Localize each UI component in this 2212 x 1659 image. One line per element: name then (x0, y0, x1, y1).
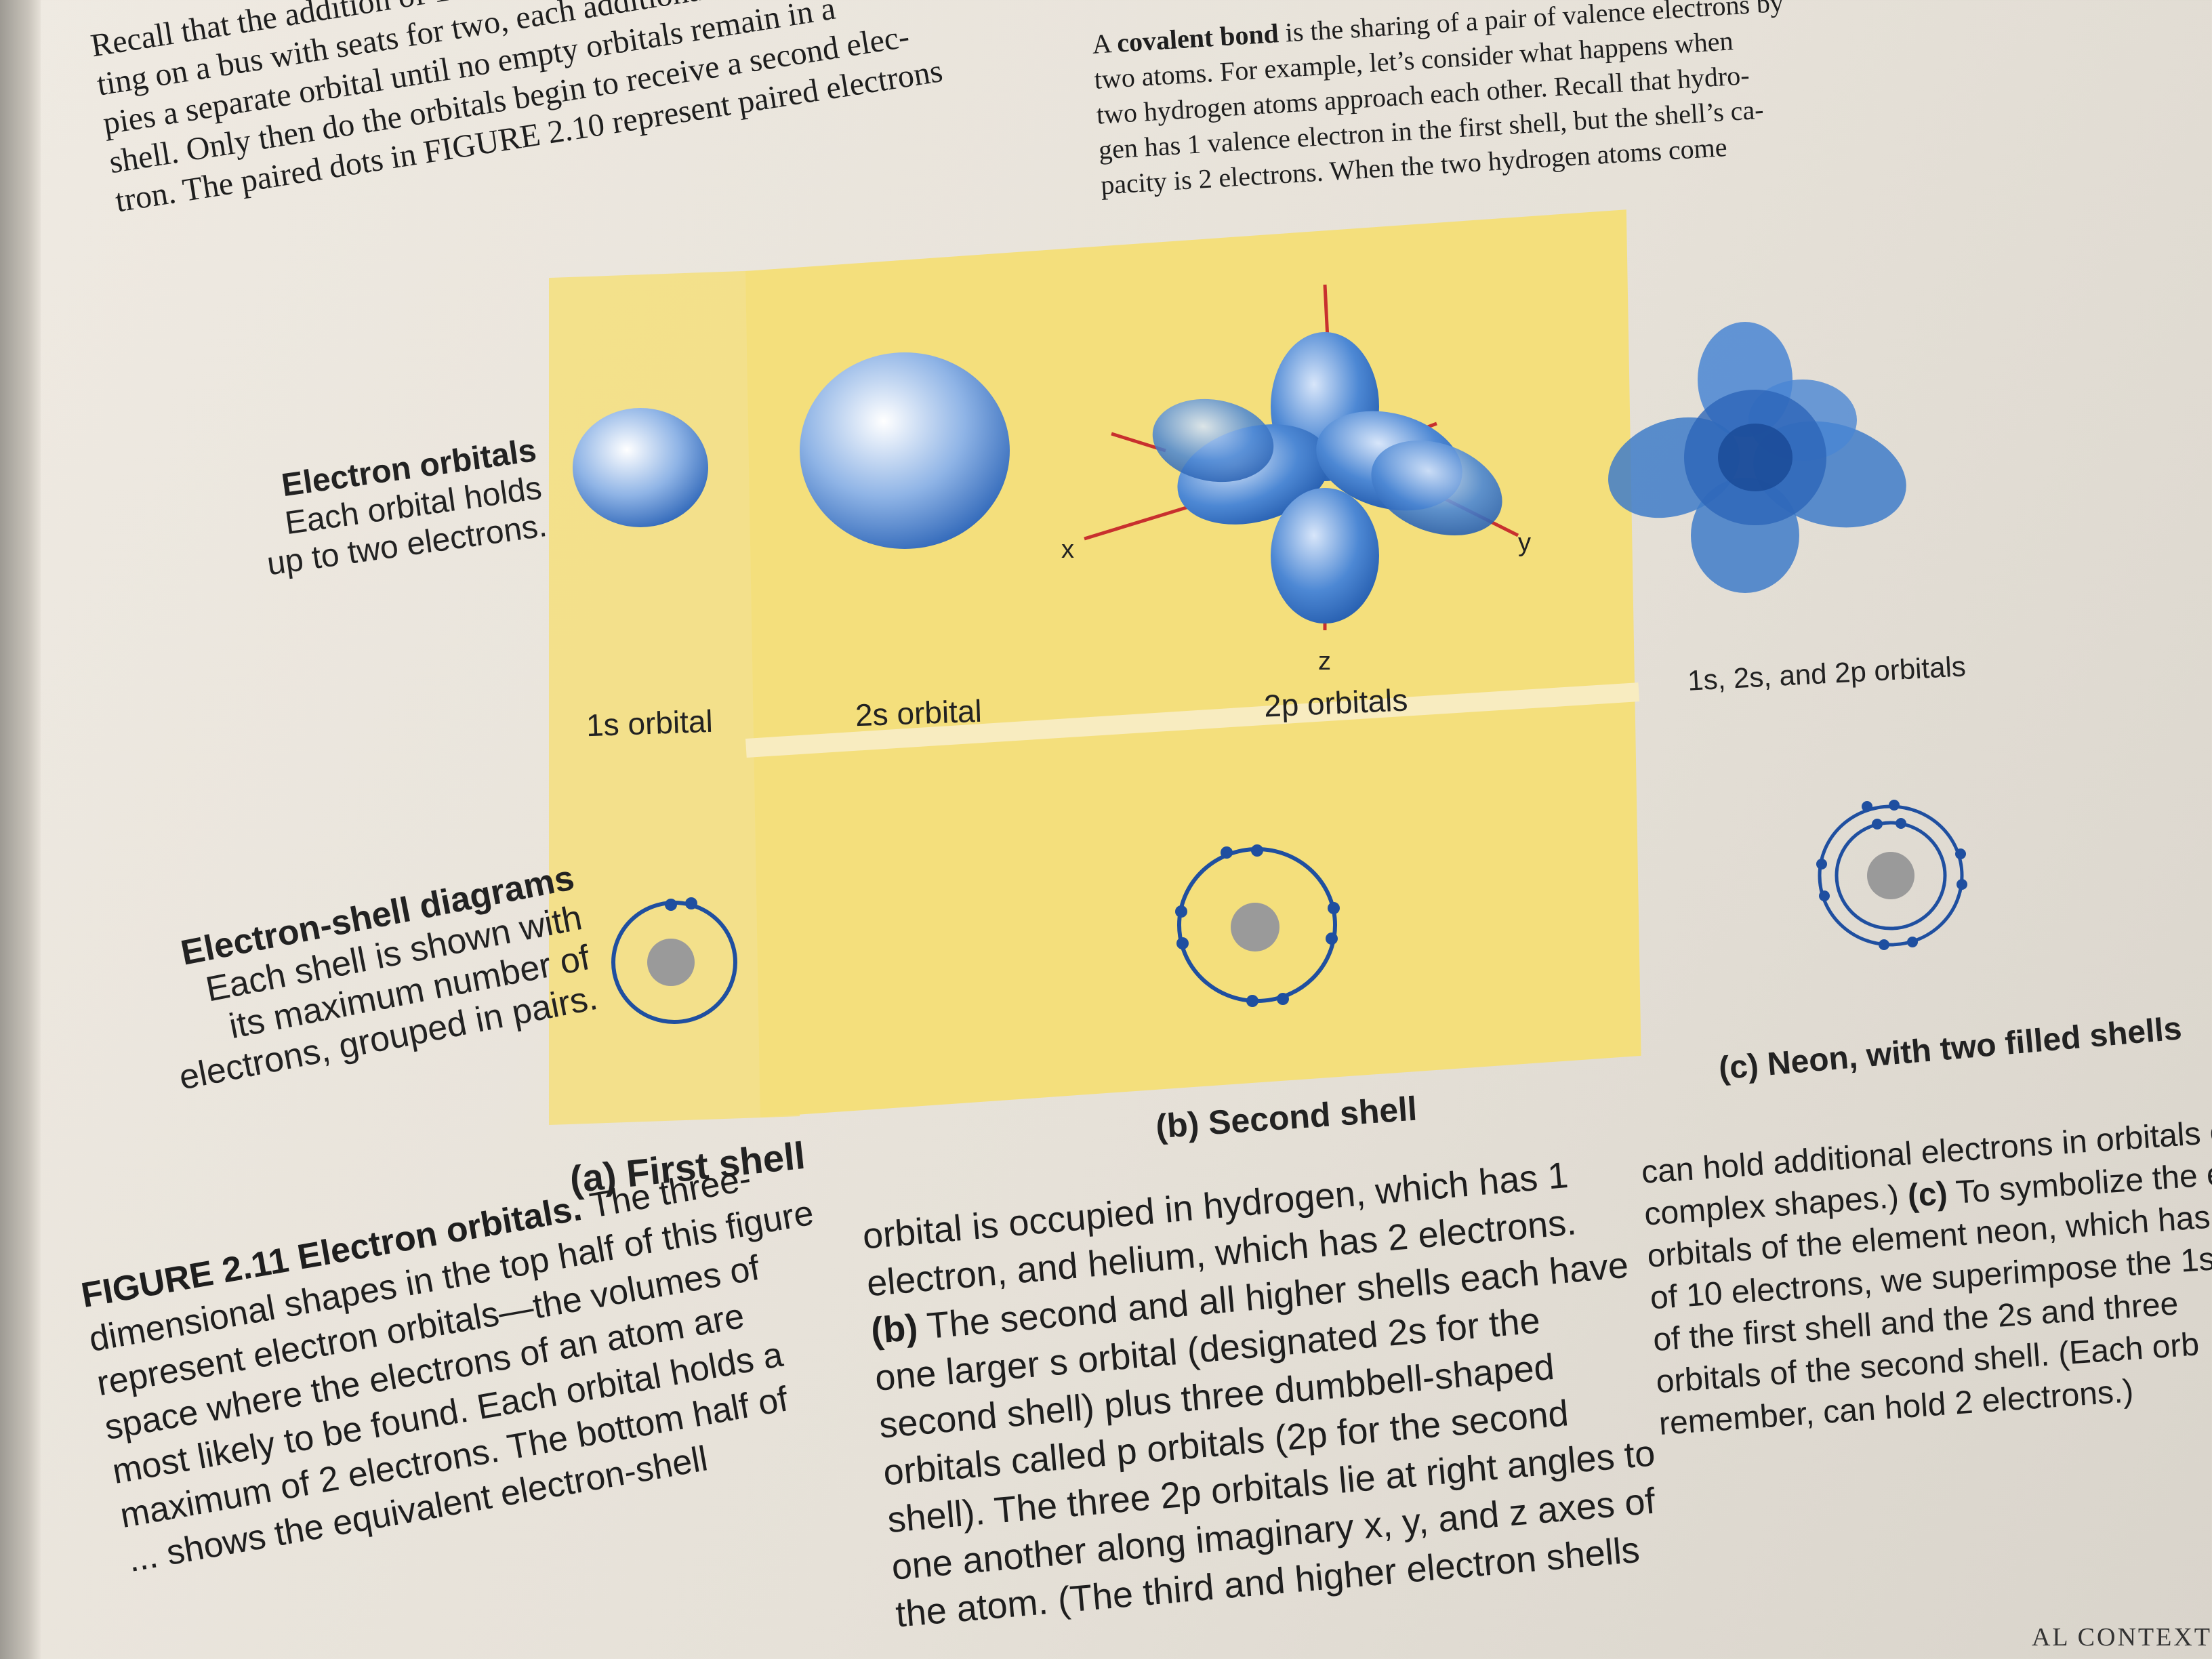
orbital-2p (1084, 284, 1519, 630)
electron-dot (1889, 800, 1900, 811)
electron-dot (665, 899, 677, 911)
caption-col-2: orbital is occupied in hydrogen, which h… (861, 1146, 1665, 1639)
label-1s-orbital: 1s orbital (586, 703, 714, 743)
shell-diagram-second (1175, 844, 1340, 1007)
electron-dot (685, 897, 697, 909)
orbital-2s (800, 352, 1010, 549)
sphere-1s (1718, 424, 1793, 491)
electron-dot (1896, 818, 1906, 829)
electron-dot (1277, 993, 1289, 1005)
electron-dot (1251, 844, 1263, 857)
axis-x-label: x (1061, 535, 1074, 564)
electron-dot (1907, 937, 1918, 947)
nucleus (1867, 852, 1914, 899)
electron-dot (1819, 890, 1830, 901)
electron-dot (1221, 846, 1233, 859)
axis-z-label: z (1318, 647, 1331, 676)
nucleus (647, 939, 695, 986)
caption-col-3: can hold additional electrons in orbital… (1640, 1110, 2212, 1446)
electron-dot (1176, 937, 1189, 949)
electron-dot (1175, 905, 1187, 918)
axis-y-label: y (1518, 529, 1531, 557)
shell-diagram-first (611, 897, 737, 1024)
label-2s-orbital: 2s orbital (855, 693, 983, 733)
p-lobe (1271, 488, 1379, 623)
electron-dot (1326, 933, 1338, 945)
caption-marker-c: (c) (1906, 1175, 1949, 1214)
electron-dot (1862, 801, 1872, 812)
electron-dot (1872, 819, 1883, 830)
electron-dot (1246, 995, 1258, 1007)
shell-diagram-neon (1816, 800, 1967, 950)
electron-dot (1879, 939, 1889, 950)
nucleus (1231, 903, 1279, 951)
caption-marker-b: (b) (869, 1307, 920, 1352)
electron-dot (1957, 879, 1967, 890)
orbital-1s (573, 408, 708, 527)
electron-dot (1328, 902, 1340, 914)
electron-dot (1816, 859, 1827, 869)
orbital-combined (1608, 322, 1906, 593)
electron-dot (1955, 848, 1966, 859)
label-2p-orbitals: 2p orbitals (1263, 682, 1409, 724)
page-footer: AL CONTEXT (2031, 1623, 2212, 1652)
